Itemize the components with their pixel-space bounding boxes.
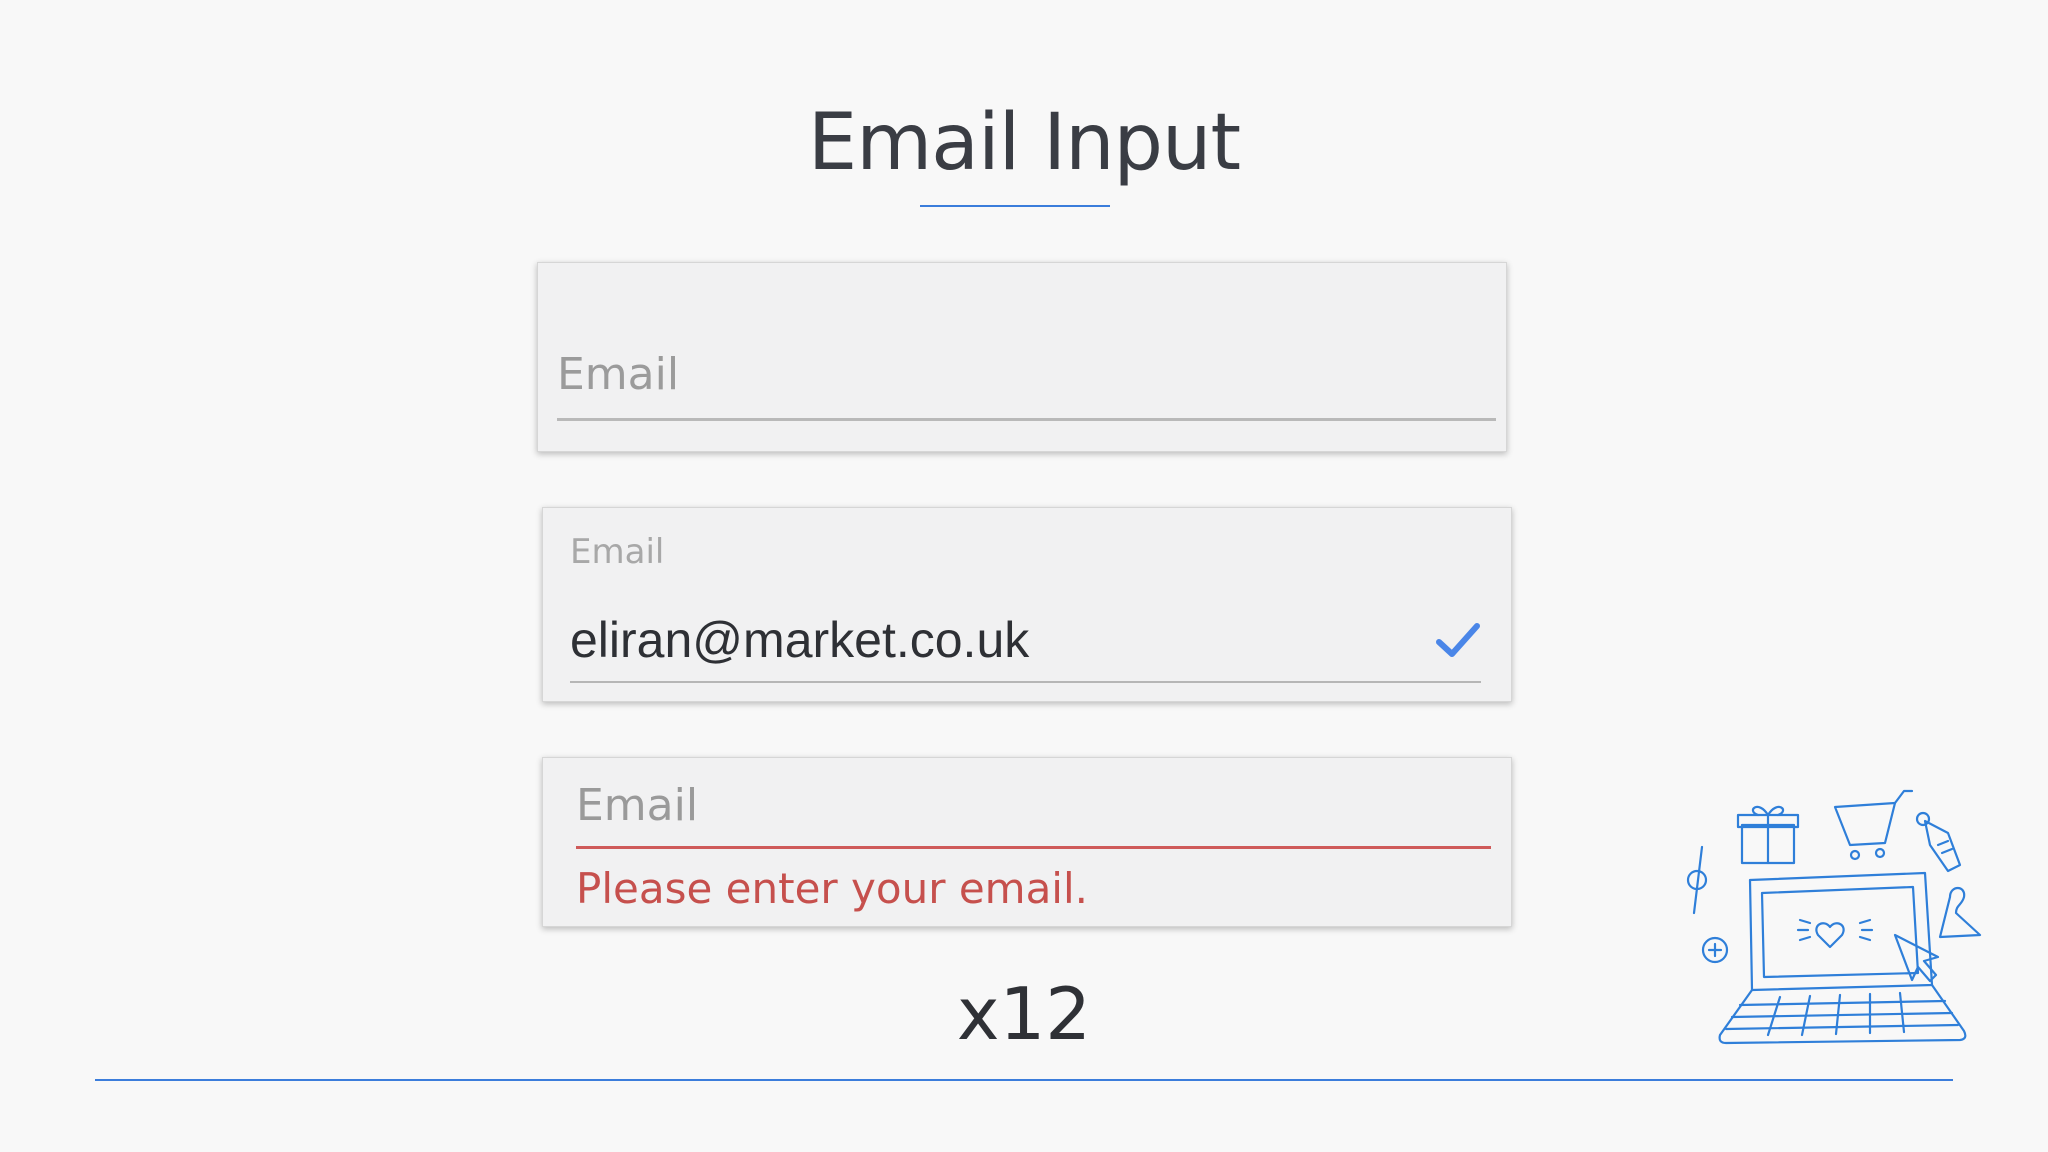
email-input-error[interactable]: Email Please enter your email.	[542, 757, 1512, 927]
checkmark-icon	[1436, 623, 1480, 657]
email-floating-label: Email	[570, 532, 665, 572]
error-message: Please enter your email.	[576, 864, 1088, 913]
email-input-filled[interactable]: Email eliran@market.co.uk	[542, 507, 1512, 702]
bottom-divider	[95, 1079, 1953, 1081]
input-underline-error	[576, 846, 1491, 849]
email-input-empty[interactable]: Email	[537, 262, 1507, 452]
input-underline	[570, 681, 1481, 683]
ecommerce-laptop-illustration	[1686, 789, 1982, 1045]
page-title: Email Input	[807, 98, 1241, 188]
title-underline	[920, 205, 1110, 207]
email-placeholder: Email	[576, 780, 699, 831]
email-placeholder: Email	[557, 349, 680, 400]
input-underline	[557, 418, 1496, 421]
email-value[interactable]: eliran@market.co.uk	[570, 611, 1029, 669]
